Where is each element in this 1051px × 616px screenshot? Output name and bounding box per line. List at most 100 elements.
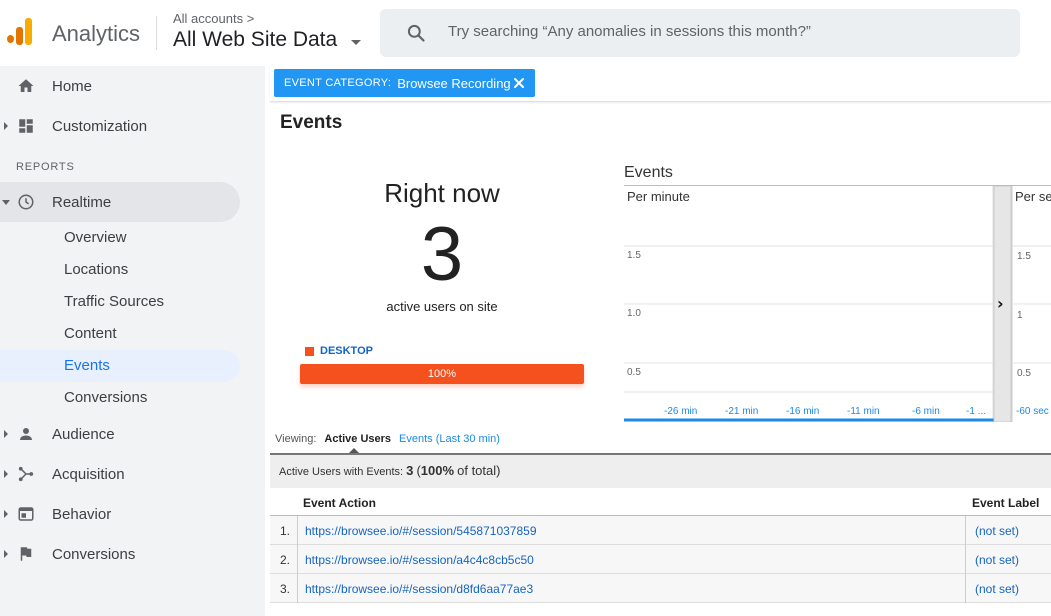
sidebar-item-label: Acquisition — [52, 465, 125, 483]
sidebar-subitem-events[interactable]: Events — [0, 350, 240, 382]
page-title: Events — [280, 112, 343, 133]
viewing-label: Viewing: — [275, 433, 317, 445]
device-legend: DESKTOP — [305, 345, 373, 357]
sidebar-subitem-overview[interactable]: Overview — [0, 222, 240, 254]
sidebar-item-label: Customization — [52, 117, 148, 135]
analytics-logo-icon[interactable] — [7, 18, 35, 46]
y-tick-label: 0.5 — [1017, 368, 1031, 379]
sidebar-subitem-label: Events — [64, 357, 110, 374]
expand-arrow-icon[interactable] — [4, 550, 8, 558]
sidebar-subitem-conversions[interactable]: Conversions — [0, 382, 240, 414]
search-input[interactable] — [448, 23, 1008, 40]
right-now-label: Right now — [384, 178, 500, 208]
expand-arrow-icon[interactable] — [4, 510, 8, 518]
event-label-link[interactable]: (not set) — [965, 574, 1051, 603]
x-tick-label: -26 min — [664, 406, 697, 417]
expand-arrow-icon[interactable] — [4, 430, 8, 438]
property-selector[interactable]: All Web Site Data — [173, 28, 337, 52]
sidebar-item-behavior[interactable]: Behavior — [0, 494, 240, 534]
expand-arrow-icon[interactable] — [4, 470, 8, 478]
sidebar-item-audience[interactable]: Audience — [0, 414, 240, 454]
sidebar-item-acquisition[interactable]: Acquisition — [0, 454, 240, 494]
flag-icon — [20, 547, 32, 561]
row-number: 3. — [270, 574, 298, 603]
table-row: 3. https://browsee.io/#/session/d8fd6aa7… — [270, 574, 1051, 603]
x-tick-label: -60 sec — [1016, 406, 1049, 417]
person-icon — [20, 428, 32, 440]
sidebar-item-label: Conversions — [52, 545, 136, 563]
x-tick-label: -1 ... — [966, 406, 986, 417]
sidebar-item-label: Audience — [52, 425, 115, 443]
per-minute-label: Per minute — [627, 189, 690, 204]
device-share-bar[interactable]: 100% — [300, 364, 584, 384]
account-breadcrumb-label: All accounts — [173, 11, 244, 26]
event-label-link[interactable]: (not set) — [965, 545, 1051, 574]
row-number: 1. — [270, 516, 298, 545]
active-user-count: 3 — [420, 212, 464, 297]
expand-arrow-icon[interactable] — [4, 122, 8, 130]
sidebar-subitem-content[interactable]: Content — [0, 318, 240, 350]
sidebar-item-label: Behavior — [52, 505, 112, 523]
filter-chip[interactable]: EVENT CATEGORY: Browsee Recording — [274, 69, 535, 97]
table-header: Event Action Event Label — [270, 488, 1051, 516]
sidebar-subitem-label: Conversions — [64, 389, 148, 406]
events-chart-svg: Per minute 1.5 1.0 0.5 -26 min -21 min -… — [624, 186, 1051, 422]
sidebar-subitem-locations[interactable]: Locations — [0, 254, 240, 286]
tab-events-last-30-min[interactable]: Events (Last 30 min) — [399, 433, 500, 445]
y-tick-label: 1 — [1017, 310, 1023, 321]
caret-down-icon[interactable] — [351, 40, 361, 45]
filter-chip-value: Browsee Recording — [397, 75, 511, 91]
sidebar-subitem-traffic-sources[interactable]: Traffic Sources — [0, 286, 240, 318]
filter-bar: EVENT CATEGORY: Browsee Recording — [270, 66, 1051, 102]
summary-count: 3 — [406, 463, 414, 478]
sidebar-item-home[interactable]: Home — [0, 66, 240, 106]
chevron-right-icon: › — [997, 294, 1004, 313]
device-share-percent: 100% — [427, 368, 457, 380]
event-action-link[interactable]: https://browsee.io/#/session/a4c4c8cb5c5… — [305, 553, 534, 567]
device-legend-label: DESKTOP — [320, 345, 373, 357]
y-tick-label: 1.5 — [1017, 251, 1031, 262]
column-header-event-action[interactable]: Event Action — [303, 496, 376, 510]
sidebar-subitem-label: Content — [64, 325, 117, 342]
sidebar-item-customization[interactable]: Customization — [0, 106, 240, 146]
x-tick-label: -21 min — [725, 406, 758, 417]
search-icon[interactable] — [406, 23, 426, 43]
collapse-arrow-icon[interactable] — [2, 200, 10, 205]
device-swatch — [305, 346, 314, 356]
filter-chip-key: EVENT CATEGORY: — [284, 77, 392, 89]
summary-label: Active Users with Events: — [279, 466, 404, 478]
x-tick-label: -6 min — [912, 406, 940, 417]
events-chart: Per minute 1.5 1.0 0.5 -26 min -21 min -… — [624, 185, 1051, 422]
dashboard-icon — [19, 119, 33, 133]
header-divider — [156, 16, 157, 50]
summary-suffix: of total) — [457, 463, 501, 478]
app-title: Analytics — [52, 21, 141, 46]
sidebar-item-conversions[interactable]: Conversions — [0, 534, 240, 574]
table-summary: Active Users with Events: 3 (100% of tot… — [270, 453, 1051, 488]
account-breadcrumb[interactable]: All accounts > — [173, 11, 254, 26]
search-box[interactable] — [380, 9, 1020, 57]
sidebar: Home Customization REPORTS Realtime Over… — [0, 66, 265, 616]
summary-percent: 100% — [420, 463, 455, 478]
event-action-link[interactable]: https://browsee.io/#/session/d8fd6aa77ae… — [305, 582, 533, 596]
event-label-link[interactable]: (not set) — [965, 516, 1051, 545]
close-icon[interactable] — [512, 76, 526, 90]
chart-expand-handle[interactable]: › — [993, 186, 1012, 422]
per-second-label: Per se — [1015, 189, 1051, 204]
chevron-right-icon: > — [246, 11, 255, 26]
top-bar: Analytics All accounts > All Web Site Da… — [0, 0, 1051, 66]
sidebar-subitem-label: Overview — [64, 229, 127, 246]
sidebar-subitem-label: Traffic Sources — [64, 293, 165, 310]
sidebar-item-realtime[interactable]: Realtime — [0, 182, 240, 222]
event-action-link[interactable]: https://browsee.io/#/session/54587103785… — [305, 524, 537, 538]
x-tick-label: -16 min — [786, 406, 819, 417]
y-tick-label: 1.0 — [627, 308, 641, 319]
column-header-event-label[interactable]: Event Label — [972, 496, 1039, 510]
home-icon — [18, 79, 34, 92]
active-users-caption: active users on site — [386, 299, 498, 314]
clock-icon — [18, 194, 34, 210]
sidebar-item-label: Realtime — [52, 193, 112, 211]
table-row: 1. https://browsee.io/#/session/54587103… — [270, 516, 1051, 545]
y-tick-label: 0.5 — [627, 367, 641, 378]
tab-active-users[interactable]: Active Users — [324, 433, 391, 454]
